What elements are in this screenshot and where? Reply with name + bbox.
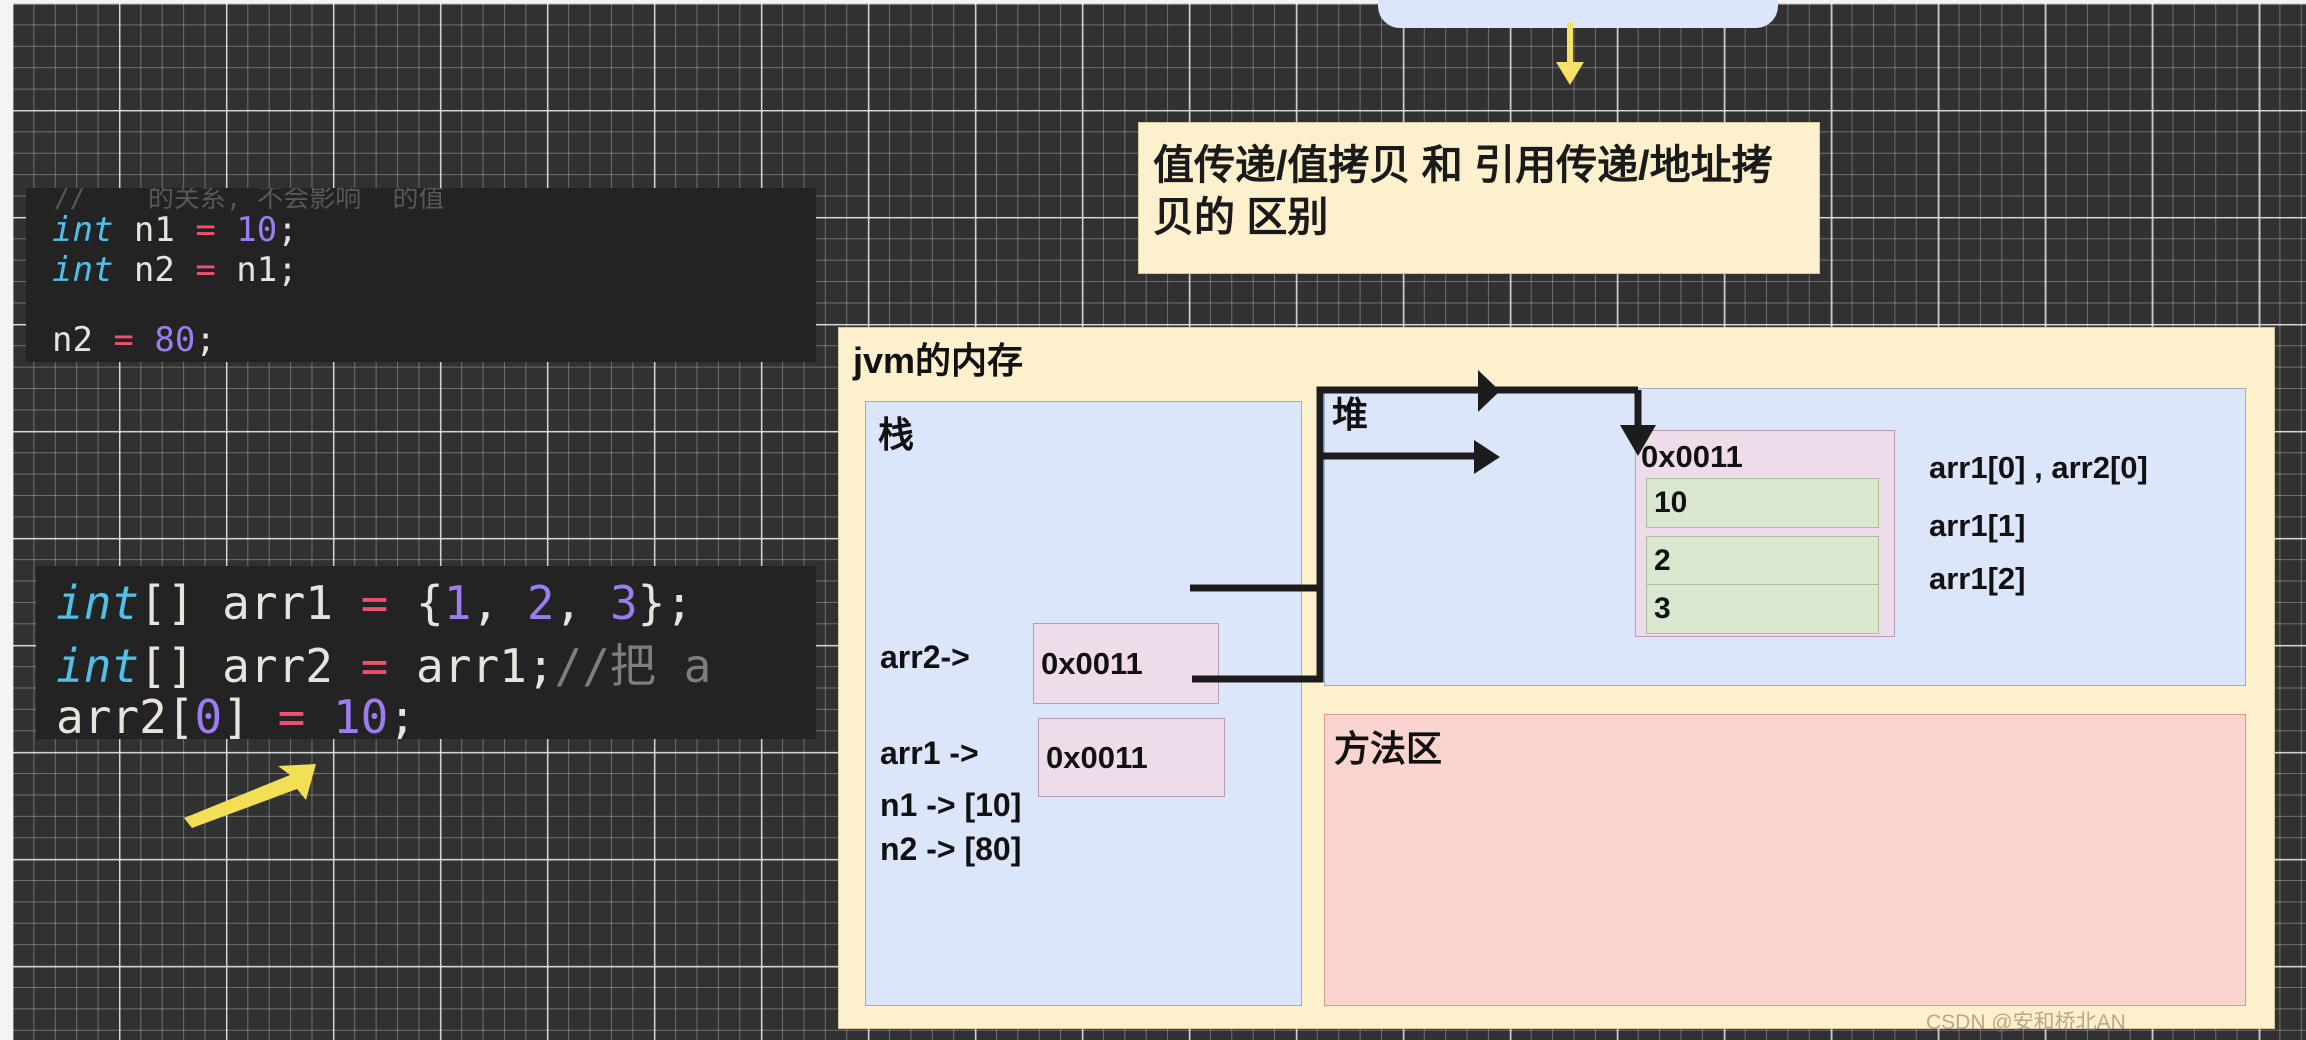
code-line: int n2 = n1; [52,250,298,290]
heap-array-cell-value: 3 [1654,592,1671,625]
whiteboard-canvas: // 的关系, 不会影响 的值 int n1 = 10; int n2 = n1… [0,0,2306,1040]
code-snippet-primitive-copy: // 的关系, 不会影响 的值 int n1 = 10; int n2 = n1… [26,188,816,362]
stack-address-box-arr2: 0x0011 [1033,623,1219,704]
code-token: 10 [332,690,389,739]
code-token: 1 [443,576,472,630]
code-line: arr2[0] = 10; [56,690,416,739]
code-token: ; [195,320,216,360]
top-edge-strip [0,0,2306,3]
code-token: 3 [609,576,638,630]
code-token: , [471,576,527,630]
code-token: [] arr1 [139,576,361,630]
code-token: System [52,360,175,362]
code-token: n1); [584,360,687,362]
heap-array-cell: 10 [1646,478,1879,528]
code-token: 10 [236,210,278,250]
code-line: int[] arr1 = {1, 2, 3}; [56,576,693,630]
yellow-pointer-arrow-icon [184,764,316,828]
code-token: int [56,639,140,693]
code-token: arr2[ [56,690,195,739]
code-token: ; [277,210,298,250]
csdn-watermark: CSDN @安和桥北AN [1926,1011,2126,1034]
code-line: n2 = 80; [52,320,216,360]
heap-title: 堆 [1332,394,1369,435]
code-line: System.out.println("n1=" + n1);//10 [52,360,769,362]
code-token: ; [388,690,417,739]
code-token: = [113,320,134,360]
code-token: n1; [215,250,298,290]
code-token: = [195,250,216,290]
yellow-down-arrow-icon [1556,22,1584,85]
code-token: { [388,576,444,630]
code-token: "n1=" [441,360,543,362]
jvm-memory-title: jvm的内存 [853,340,1024,381]
stack-region: 栈 arr2-> 0x0011 arr1 -> 0x0011 n1 -> [10… [865,401,1302,1006]
code-token: //10 [687,360,769,362]
code-token: //把 a [554,639,712,693]
code-token: 0 [194,690,223,739]
stack-title: 栈 [878,414,915,455]
code-token: 2 [526,576,555,630]
code-token: ] [222,690,278,739]
heap-array-cell-value: 2 [1654,544,1671,577]
heap-cell-label-0: arr1[0] , arr2[0] [1929,450,2148,485]
code-token: n2 [113,250,196,290]
method-area-region: 方法区 [1324,714,2246,1006]
code-token: . [175,360,195,362]
code-token: 80 [154,320,196,360]
code-token: arr1; [388,639,555,693]
code-token: + [564,360,584,362]
stack-address-value-arr2: 0x0011 [1041,645,1143,681]
code-token: = [277,690,306,739]
heap-cell-label-2: arr1[2] [1929,561,2026,596]
code-token: }; [637,576,694,630]
code-token: out [195,360,256,362]
left-edge-strip [0,0,13,1040]
code-token: = [195,210,216,250]
heap-array-cell: 3 [1646,584,1879,634]
stack-entry-label-arr2: arr2-> [880,639,970,675]
title-callout-text: 值传递/值拷贝 和 引用传递/地址拷贝的 区别 [1153,142,1773,241]
code-token: n1 [113,210,196,250]
heap-cell-label-1: arr1[1] [1929,508,2026,543]
code-token: n2 [52,320,114,360]
code-line: int n1 = 10; [52,210,298,250]
stack-address-value-arr1: 0x0011 [1046,739,1148,775]
code-token: , [554,576,610,630]
stack-address-box-arr1: 0x0011 [1038,718,1225,797]
code-line: int[] arr2 = arr1;//把 a [56,630,711,696]
method-area-title: 方法区 [1334,728,1443,769]
jvm-memory-panel: jvm的内存 栈 arr2-> 0x0011 arr1 -> 0x0011 n1… [838,327,2275,1029]
heap-array-cell-value: 10 [1654,486,1688,519]
code-token: int [56,576,140,630]
code-token: int [52,210,114,250]
title-callout-box: 值传递/值拷贝 和 引用传递/地址拷贝的 区别 [1138,122,1820,274]
stack-entry-label-n2: n2 -> [80] [880,831,1022,867]
heap-object-address: 0x0011 [1641,439,1743,474]
heap-array-cell: 2 [1646,536,1879,586]
code-token: . [257,360,277,362]
heap-object-box: 0x0011 10 2 3 [1635,430,1895,637]
code-token: = [360,576,389,630]
code-snippet-array-reference: int[] arr1 = {1, 2, 3}; int[] arr2 = arr… [36,566,816,739]
code-token: = [360,639,389,693]
heap-region: 堆 0x0011 10 2 3 arr1[0] , arr2[0] arr1[1… [1324,388,2246,686]
code-token: println( [277,360,441,362]
code-token: int [52,250,114,290]
stack-entry-label-n1: n1 -> [10] [880,787,1022,823]
code-token: [] arr2 [139,639,361,693]
stack-entry-label-arr1: arr1 -> [880,735,979,771]
